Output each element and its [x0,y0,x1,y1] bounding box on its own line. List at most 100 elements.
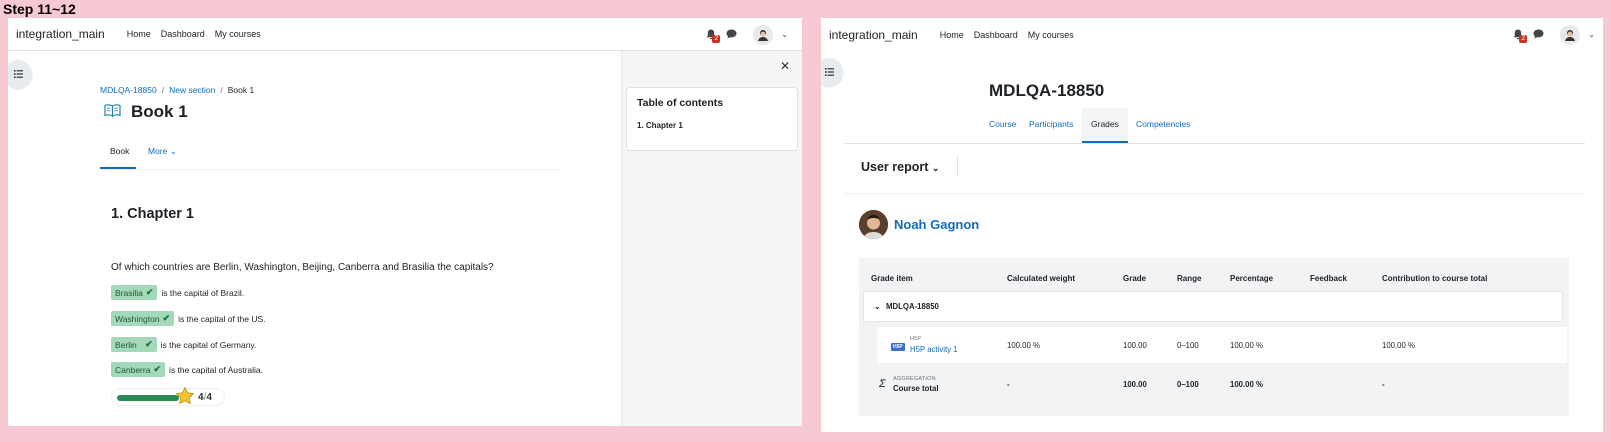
breadcrumb-current: Book 1 [227,85,255,95]
drop-zone-answer[interactable]: Brasilia ✔ [111,285,158,300]
chevron-down-icon: ⌄ [169,146,177,156]
tab-grades[interactable]: Grades [1082,108,1128,143]
column-header: Range [1177,274,1202,283]
collapse-category-toggle[interactable]: ⌄ [874,302,881,311]
aggregation-label: AGGREGATION [893,376,936,382]
user-grade-table: Grade item Calculated weight Grade Range… [859,258,1569,416]
range-value: 0–100 [1177,341,1199,350]
nav-my-courses-link[interactable]: My courses [215,29,261,39]
column-header: Percentage [1230,274,1274,283]
report-selector-dropdown[interactable]: User report ⌄ [861,160,939,174]
list-icon [824,63,834,81]
drop-zone-answer[interactable]: Washington ✔ [111,311,175,326]
percentage-value: 100.00 % [1230,380,1263,389]
table-row: H5P H5P H5P activity 1 100.00 % 100.00 0… [877,327,1567,363]
breadcrumb: MDLQA-18850/New section / Book 1 [100,85,255,95]
tab-more[interactable]: More ⌄ [148,146,177,157]
site-brand[interactable]: integration_main [16,27,105,41]
toc-item-chapter-1[interactable]: 1. Chapter 1 [637,121,787,130]
messages-icon[interactable] [1533,26,1544,44]
user-name-link[interactable]: Noah Gagnon [894,217,979,232]
course-total-row: Σ AGGREGATION Course total - 100.00 0–10… [859,366,1569,406]
user-avatar-menu[interactable] [1560,24,1581,45]
drop-row-text: is the capital of Germany. [160,339,257,350]
user-avatar-menu[interactable] [753,24,774,45]
messages-icon[interactable] [726,26,737,44]
calculated-weight: 100.00 % [1007,341,1040,350]
column-header: Calculated weight [1007,274,1076,283]
sigma-icon: Σ [879,378,886,390]
tab-book[interactable]: Book [110,146,129,156]
drop-row: Canberra ✔ is the capital of Australia. [111,362,263,377]
drop-row-text: is the capital of Australia. [168,364,264,375]
chevron-down-icon[interactable]: ⌄ [1588,30,1595,39]
course-index-toggle[interactable] [821,58,843,86]
drop-row: Berlin ✔ is the capital of Germany. [111,337,256,352]
toc-drawer: ✕ Table of contents 1. Chapter 1 [621,51,802,426]
score-bar: 4/4 [111,386,225,406]
avatar [859,210,888,239]
drop-zone-answer[interactable]: Canberra ✔ [111,362,165,377]
column-header: Grade item [871,274,913,283]
notification-count-badge: 2 [712,34,721,43]
drop-row-text: is the capital of Brazil. [161,287,245,298]
tab-competencies[interactable]: Competencies [1132,108,1194,143]
tab-course[interactable]: Course [985,108,1020,143]
nav-home-link[interactable]: Home [127,29,151,39]
course-secondary-nav: Course Participants Grades Competencies [845,108,1585,144]
book-icon [104,103,121,122]
grade-item-link[interactable]: H5P activity 1 [910,345,958,354]
contribution-value: 100.00 % [1382,341,1415,350]
course-total-label: Course total [893,384,939,393]
report-selector-bar: User report ⌄ [845,148,1585,194]
star-icon [175,386,195,411]
divider [957,156,958,176]
page-header: Book 1 [104,102,188,122]
score-text: 4/4 [198,392,212,403]
question-text: Of which countries are Berlin, Washingto… [111,262,494,273]
drop-row: Washington ✔ is the capital of the US. [111,311,266,326]
nav-home-link[interactable]: Home [940,30,964,40]
item-type-label: H5P [910,336,922,342]
toc-title: Table of contents [637,97,724,109]
chevron-down-icon[interactable]: ⌄ [781,30,788,39]
checkmark-icon: ✔ [145,287,154,297]
notification-bell-icon[interactable]: 2 [1511,28,1528,43]
page-title: Book 1 [131,102,188,121]
contribution-value: - [1382,380,1385,389]
category-name: MDLQA-18850 [886,302,939,311]
breadcrumb-course-link[interactable]: MDLQA-18850 [100,85,157,95]
drop-row-text: is the capital of the US. [178,313,266,324]
drop-zone-answer[interactable]: Berlin ✔ [111,337,157,352]
column-header: Grade [1123,274,1147,283]
notification-count-badge: 2 [1519,34,1528,43]
column-header: Feedback [1310,274,1347,283]
percentage-value: 100.00 % [1230,341,1263,350]
step-label: Step 11~12 [3,1,76,17]
checkmark-icon: ✔ [162,313,171,323]
course-index-toggle[interactable] [8,60,32,88]
chapter-title: 1. Chapter 1 [111,206,194,222]
nav-my-courses-link[interactable]: My courses [1028,30,1074,40]
notification-bell-icon[interactable]: 2 [704,28,721,43]
calculated-weight: - [1007,380,1010,389]
nav-dashboard-link[interactable]: Dashboard [161,29,205,39]
grade-value: 100.00 [1123,341,1147,350]
close-icon[interactable]: ✕ [780,59,790,73]
column-header: Contribution to course total [1382,274,1488,283]
grades-window: integration_main Home Dashboard My cours… [821,18,1603,432]
breadcrumb-section-link[interactable]: New section [169,85,215,95]
book-secondary-nav: Book More ⌄ [100,136,560,170]
site-brand[interactable]: integration_main [829,28,918,42]
score-progress-fill [117,395,179,401]
toc-block: Table of contents 1. Chapter 1 [626,87,798,151]
checkmark-icon: ✔ [145,339,153,349]
nav-dashboard-link[interactable]: Dashboard [974,30,1018,40]
h5p-icon: H5P [891,343,905,351]
user-heading: Noah Gagnon [859,210,979,239]
course-title: MDLQA-18850 [989,81,1105,100]
category-row: ⌄ MDLQA-18850 [863,291,1563,322]
tab-participants[interactable]: Participants [1025,108,1077,143]
checkmark-icon: ✔ [153,364,161,374]
top-navbar: integration_main Home Dashboard My cours… [821,18,1603,51]
